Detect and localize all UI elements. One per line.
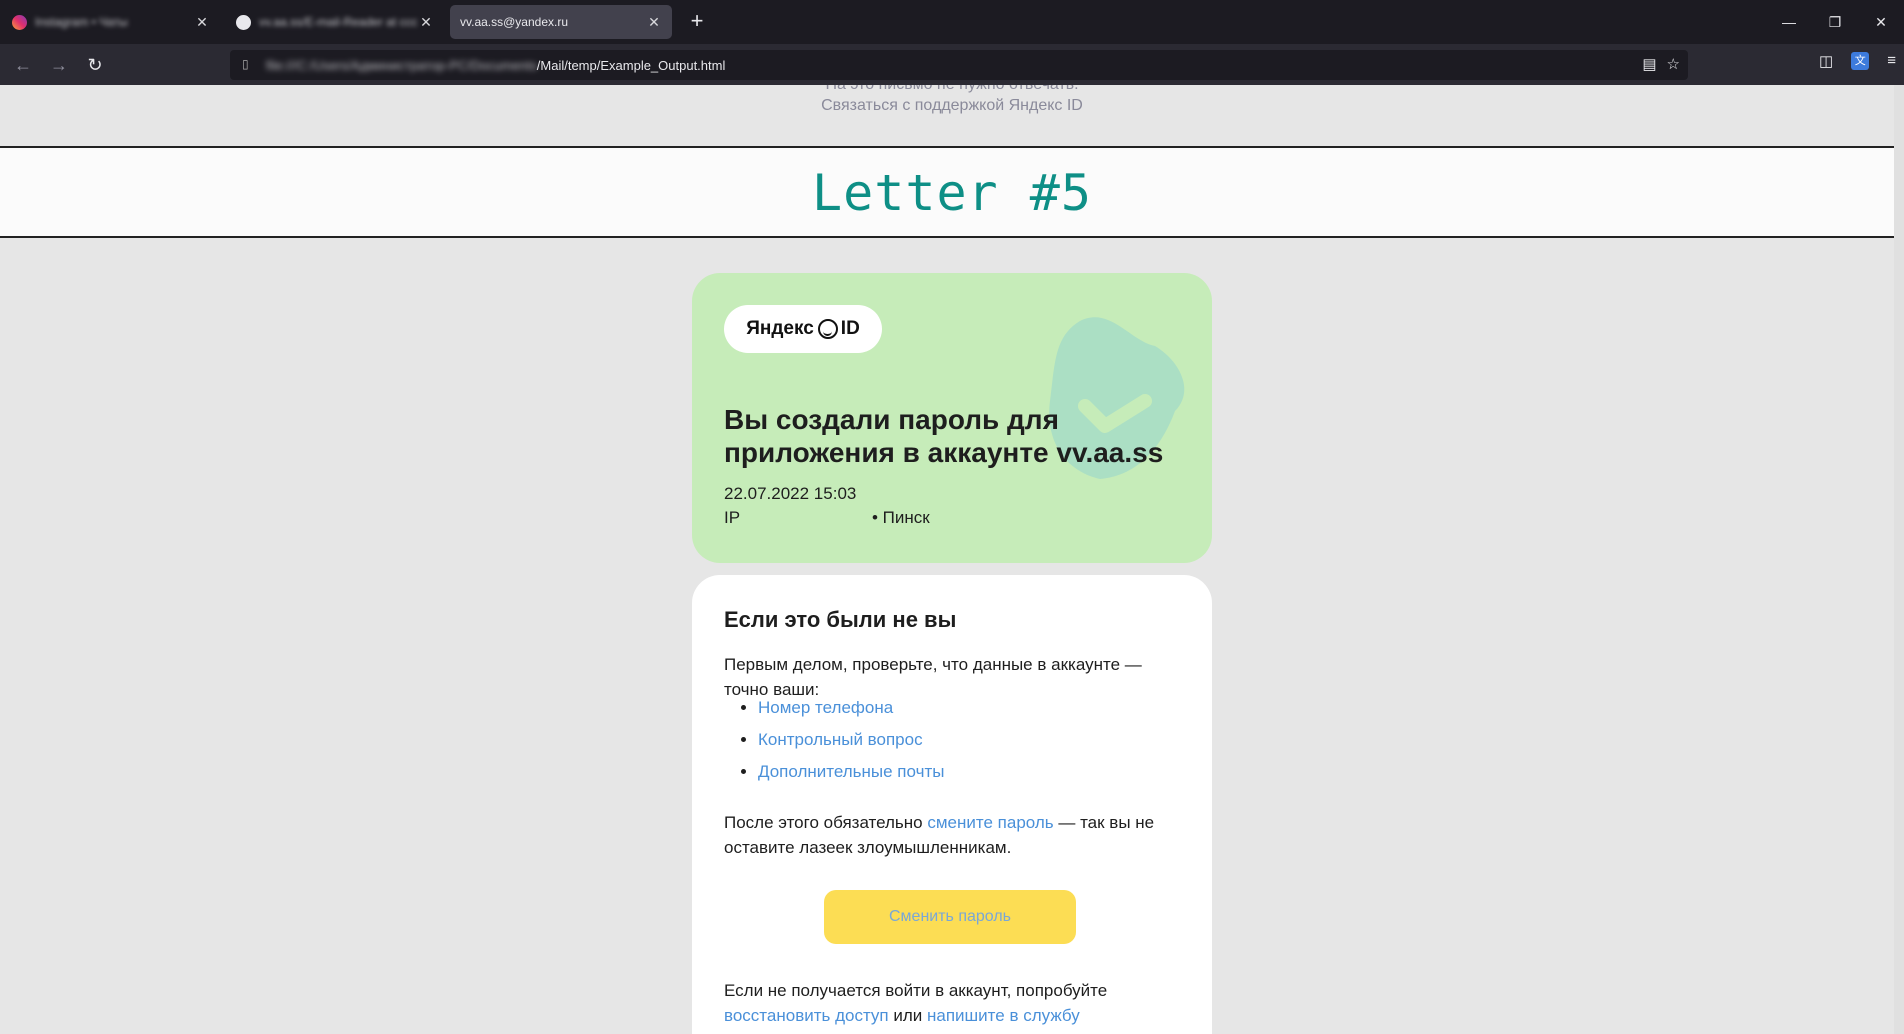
check-links-list: Номер телефона Контрольный вопрос Дополн…	[724, 692, 944, 788]
additional-emails-link[interactable]: Дополнительные почты	[758, 762, 944, 781]
logo-id-text: ID	[840, 318, 860, 339]
toolbar-icons: ◫ 文 ≡	[1819, 52, 1904, 70]
tab-title: vv.aa.ss/E-mail-Reader at ccc	[259, 15, 418, 29]
letter-header: Letter #5	[0, 146, 1904, 238]
city-label: • Пинск	[872, 508, 930, 527]
page-content: На это письмо не нужно отвечать. Связать…	[0, 85, 1904, 1034]
recover-note: Если не получается войти в аккаунт, попр…	[724, 978, 1194, 1028]
email-headline: Вы создали пароль для приложения в аккау…	[724, 404, 1164, 468]
scrollbar[interactable]	[1894, 85, 1904, 1034]
ip-label: IP	[724, 508, 741, 527]
yandex-id-logo: Яндекс ID	[724, 305, 882, 353]
contact-support-link[interactable]: напишите в службу	[927, 1006, 1080, 1025]
event-datetime: 22.07.2022 15:03	[724, 484, 857, 503]
support-link[interactable]: Связаться с поддержкой Яндекс ID	[0, 97, 1904, 115]
tab-bar: Instagram • Чаты ✕ vv.aa.ss/E-mail-Reade…	[0, 0, 1904, 44]
change-password-button[interactable]: Сменить пароль	[824, 890, 1076, 944]
ip-line: IP • Пинск	[724, 508, 930, 528]
new-tab-button[interactable]: +	[685, 10, 709, 34]
list-item: Дополнительные почты	[758, 756, 944, 788]
translate-icon[interactable]: 文	[1851, 52, 1870, 70]
logo-text: Яндекс	[746, 318, 814, 339]
tab-yandex-mail[interactable]: vv.aa.ss@yandex.ru ✕	[450, 5, 672, 39]
forward-button[interactable]: →	[46, 52, 72, 78]
page-icon: ▯	[242, 57, 249, 71]
recover-text: Если не получается войти в аккаунт, попр…	[724, 981, 1108, 1000]
tab-title: Instagram • Чаты	[35, 15, 128, 29]
github-icon	[236, 14, 251, 30]
close-icon[interactable]: ✕	[194, 14, 210, 31]
bookmark-star-icon[interactable]: ☆	[1667, 55, 1680, 73]
tab-instagram[interactable]: Instagram • Чаты ✕	[2, 5, 220, 39]
phone-number-link[interactable]: Номер телефона	[758, 698, 893, 717]
note-text: После этого обязательно	[724, 813, 928, 832]
no-reply-note: На это письмо не нужно отвечать.	[0, 85, 1904, 94]
security-advice-card: Если это были не вы Первым делом, провер…	[692, 575, 1212, 1034]
nav-bar: ← → ↻ ▯ file:///C:/Users/Администратор-P…	[0, 44, 1904, 85]
notification-card: Яндекс ID Вы создали пароль для приложен…	[692, 273, 1212, 563]
letter-title: Letter #5	[812, 164, 1092, 222]
list-item: Контрольный вопрос	[758, 724, 944, 756]
recover-text: или	[888, 1006, 927, 1025]
reload-button[interactable]: ↻	[82, 52, 108, 78]
smile-icon	[817, 319, 838, 339]
window-controls: — ❐ ✕	[1766, 0, 1904, 44]
close-icon[interactable]: ✕	[646, 14, 662, 31]
tab-github[interactable]: vv.aa.ss/E-mail-Reader at ccc ✕	[226, 5, 444, 39]
restore-access-link[interactable]: восстановить доступ	[724, 1006, 889, 1025]
url-blurred: file:///C:/Users/Администратор-PC/Docume…	[266, 57, 537, 73]
reader-view-icon[interactable]: ▤	[1642, 55, 1656, 73]
url-text: /Mail/temp/Example_Output.html	[536, 57, 726, 73]
restore-button[interactable]: ❐	[1812, 0, 1858, 44]
instagram-icon	[12, 14, 27, 30]
change-password-note: После этого обязательно смените пароль —…	[724, 810, 1194, 860]
address-bar[interactable]: ▯ file:///C:/Users/Администратор-PC/Docu…	[230, 50, 1688, 80]
section-title: Если это были не вы	[724, 607, 957, 632]
pocket-icon[interactable]: ◫	[1819, 52, 1833, 70]
change-password-link[interactable]: смените пароль	[927, 813, 1053, 832]
menu-icon[interactable]: ≡	[1887, 52, 1896, 70]
close-window-button[interactable]: ✕	[1858, 0, 1904, 44]
tab-title: vv.aa.ss@yandex.ru	[460, 15, 569, 29]
close-icon[interactable]: ✕	[418, 14, 434, 31]
minimize-button[interactable]: —	[1766, 0, 1812, 44]
security-question-link[interactable]: Контрольный вопрос	[758, 730, 923, 749]
list-item: Номер телефона	[758, 692, 944, 724]
back-button[interactable]: ←	[10, 52, 36, 78]
